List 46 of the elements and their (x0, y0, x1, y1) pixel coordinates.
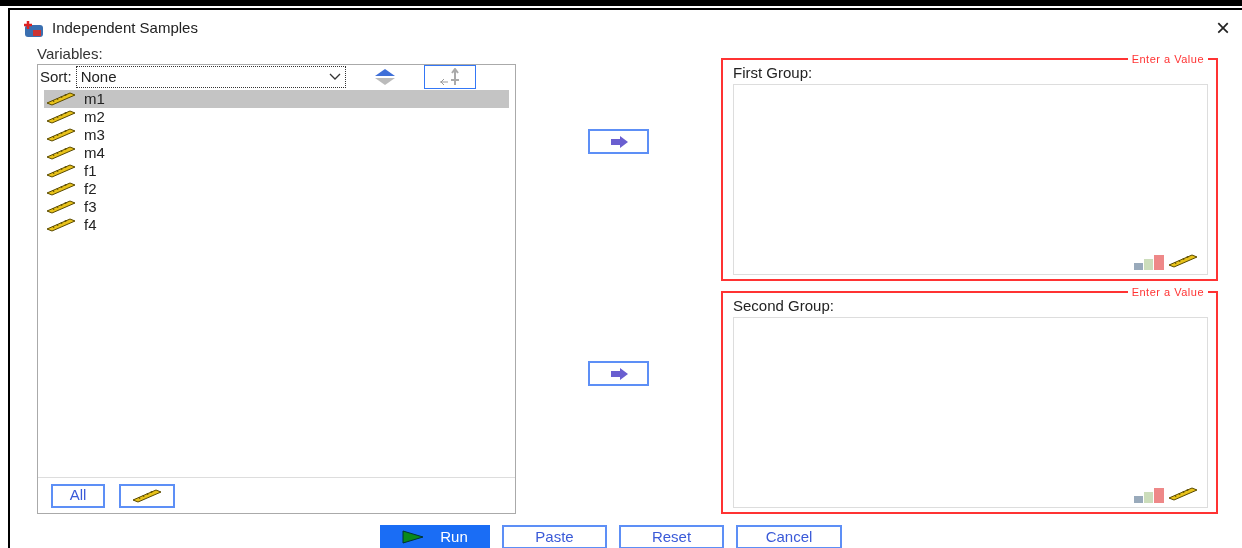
arrow-icon (609, 367, 628, 380)
variable-item[interactable]: f2 (44, 180, 509, 198)
sort-dropdown[interactable]: None (75, 66, 346, 88)
ruler-icon (131, 488, 163, 503)
close-button[interactable]: × (1216, 16, 1230, 40)
group-value-field[interactable] (733, 317, 1208, 508)
action-button[interactable]: Reset (619, 525, 724, 548)
ruler-icon (1167, 487, 1199, 501)
action-button[interactable]: Paste (502, 525, 607, 548)
action-button[interactable]: Cancel (736, 525, 842, 548)
move-button[interactable] (588, 361, 649, 386)
bar-chart-icon (1133, 487, 1165, 503)
variable-item[interactable]: f3 (44, 198, 509, 216)
arrow-icon (609, 135, 628, 148)
ruler-icon (46, 92, 76, 106)
scale-filter-button[interactable] (119, 483, 175, 508)
sort-arrows-icon[interactable] (373, 68, 396, 86)
run-button[interactable]: Run (380, 525, 490, 548)
variable-item[interactable]: f1 (44, 162, 509, 180)
ruler-icon (46, 218, 76, 232)
move-button[interactable] (588, 129, 649, 154)
play-icon (402, 530, 425, 544)
sort-order-button[interactable] (423, 65, 476, 89)
all-button[interactable]: All (51, 483, 105, 508)
bar-chart-icon (1133, 254, 1165, 270)
ruler-icon (46, 164, 76, 178)
app-icon (24, 19, 44, 38)
ruler-icon (46, 110, 76, 124)
sort-value: None (80, 66, 118, 87)
caret-icon (328, 73, 341, 81)
ruler-icon (46, 182, 76, 196)
ruler-icon (46, 200, 76, 214)
variable-item[interactable]: m4 (44, 144, 509, 162)
ruler-icon (46, 146, 76, 160)
group-label: First Group: (733, 63, 813, 83)
group-value-field[interactable] (733, 84, 1208, 275)
ruler-icon (46, 128, 76, 142)
variables-label: Variables: (37, 44, 103, 64)
variable-item[interactable]: m1 (44, 90, 509, 108)
window-title: Independent Samples (52, 17, 198, 38)
sort-label: Sort: (40, 66, 72, 87)
variable-item[interactable]: m2 (44, 108, 509, 126)
variable-item[interactable]: m3 (44, 126, 509, 144)
group-label: Second Group: (733, 296, 834, 316)
ruler-icon (1167, 254, 1199, 268)
variable-item[interactable]: f4 (44, 216, 509, 234)
